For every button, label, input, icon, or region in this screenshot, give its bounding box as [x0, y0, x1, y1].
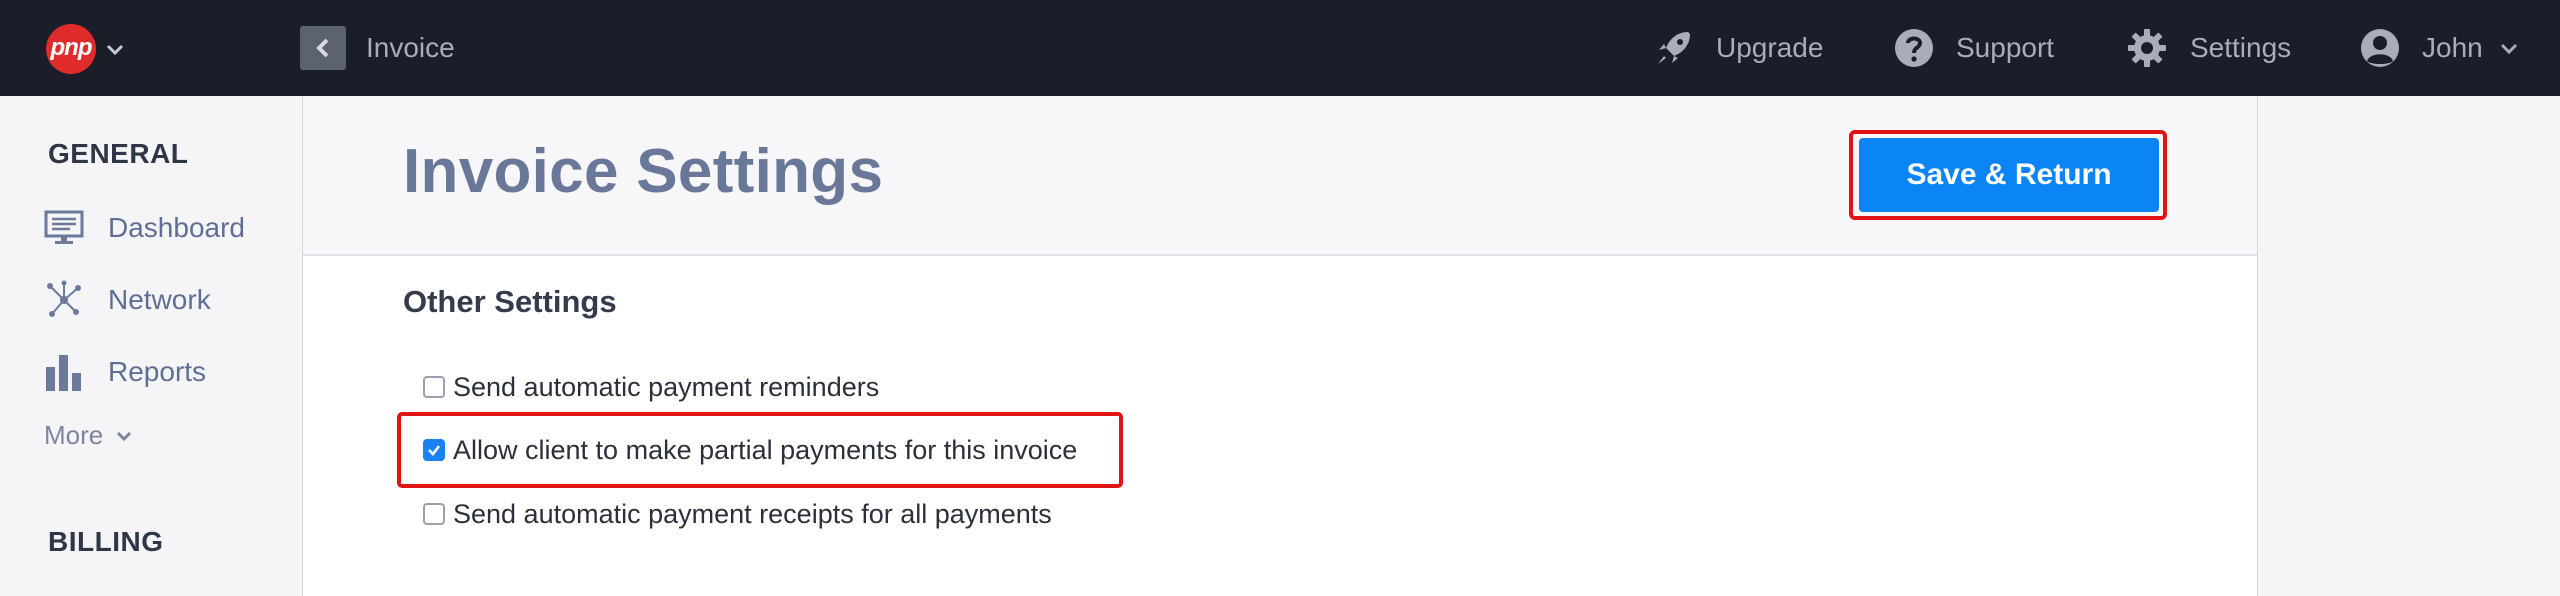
chevron-down-icon[interactable]	[104, 38, 126, 60]
upgrade-link[interactable]: Upgrade	[1654, 24, 1823, 72]
right-gutter	[2258, 96, 2560, 596]
network-icon	[47, 280, 81, 317]
monitor-icon	[44, 210, 84, 244]
chevron-down-icon	[2500, 43, 2517, 55]
sidebar: GENERAL Dashboard Network Reports More B…	[0, 96, 302, 596]
main-panel: Invoice Settings Save & Return Other Set…	[302, 96, 2258, 596]
user-menu[interactable]: John	[2360, 24, 2519, 72]
upgrade-label: Upgrade	[1716, 32, 1824, 63]
app-logo[interactable]: pnp	[46, 24, 96, 74]
breadcrumb[interactable]: Invoice	[366, 30, 455, 66]
option-partial-payments[interactable]: Allow client to make partial payments fo…	[423, 430, 1077, 470]
support-link[interactable]: Support	[1894, 24, 2054, 72]
option-label: Allow client to make partial payments fo…	[453, 434, 1078, 465]
payment-receipts-checkbox[interactable]	[423, 503, 445, 525]
user-avatar-icon	[2361, 29, 2399, 67]
gear-icon	[2128, 29, 2166, 67]
payment-reminders-checkbox[interactable]	[423, 376, 445, 398]
chevron-down-icon	[117, 431, 132, 441]
rocket-icon	[1658, 32, 1690, 64]
save-and-return-button[interactable]: Save & Return	[1859, 138, 2159, 212]
sidebar-heading-billing: BILLING	[48, 526, 164, 557]
help-icon	[1895, 29, 1933, 67]
sidebar-more-toggle[interactable]: More	[44, 420, 133, 451]
option-label: Send automatic payment receipts for all …	[453, 498, 1052, 529]
checkmark-icon	[428, 445, 441, 456]
partial-payments-checkbox[interactable]	[423, 439, 445, 461]
section-title: Other Settings	[403, 284, 617, 319]
sidebar-more-label: More	[44, 420, 104, 450]
option-payment-receipts[interactable]: Send automatic payment receipts for all …	[423, 494, 1052, 534]
bar-chart-icon	[46, 355, 81, 391]
sidebar-item-label: Network	[108, 284, 211, 315]
sidebar-item-label: Dashboard	[108, 212, 245, 243]
chevron-left-icon	[316, 38, 329, 58]
page-title: Invoice Settings	[403, 137, 884, 206]
settings-label: Settings	[2190, 32, 2292, 63]
back-button[interactable]	[300, 26, 346, 70]
sidebar-heading-general: GENERAL	[48, 138, 189, 169]
settings-link[interactable]: Settings	[2126, 24, 2291, 72]
option-payment-reminders[interactable]: Send automatic payment reminders	[423, 367, 879, 407]
user-name: John	[2422, 32, 2483, 63]
page-header: Invoice Settings Save & Return	[303, 96, 2257, 256]
sidebar-item-reports[interactable]: Reports	[44, 352, 206, 392]
sidebar-item-label: Reports	[108, 356, 207, 387]
support-label: Support	[1956, 32, 2055, 63]
sidebar-item-dashboard[interactable]: Dashboard	[44, 208, 245, 248]
sidebar-item-network[interactable]: Network	[44, 280, 211, 320]
option-label: Send automatic payment reminders	[453, 371, 880, 402]
top-navigation-bar: pnp Invoice Upgrade Support Settings Joh…	[0, 0, 2560, 96]
